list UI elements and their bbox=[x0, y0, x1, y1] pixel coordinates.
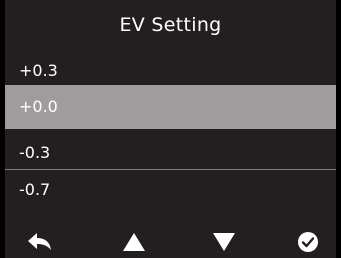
check-circle-icon bbox=[298, 232, 318, 252]
down-triangle-icon bbox=[213, 233, 235, 251]
ev-option-label: +0.0 bbox=[19, 97, 58, 116]
confirm-button[interactable] bbox=[283, 226, 333, 258]
ev-option-plus-0-0-selected[interactable]: +0.0 bbox=[5, 85, 336, 129]
up-triangle-icon bbox=[123, 233, 145, 251]
down-button[interactable] bbox=[199, 226, 249, 258]
ev-options-list: +0.3 +0.0 -0.3 -0.7 bbox=[5, 45, 336, 210]
ev-setting-screen: EV Setting +0.3 +0.0 -0.3 -0.7 bbox=[5, 0, 336, 258]
back-arrow-icon bbox=[28, 233, 51, 250]
button-bar bbox=[5, 226, 336, 258]
up-button[interactable] bbox=[109, 226, 159, 258]
ev-option-plus-0-3[interactable]: +0.3 bbox=[5, 45, 336, 85]
ev-option-minus-0-3[interactable]: -0.3 bbox=[5, 129, 336, 169]
ev-option-minus-0-7[interactable]: -0.7 bbox=[5, 170, 336, 210]
screen-title: EV Setting bbox=[119, 14, 222, 36]
ev-option-label: -0.7 bbox=[19, 180, 51, 199]
back-button[interactable] bbox=[15, 226, 65, 258]
